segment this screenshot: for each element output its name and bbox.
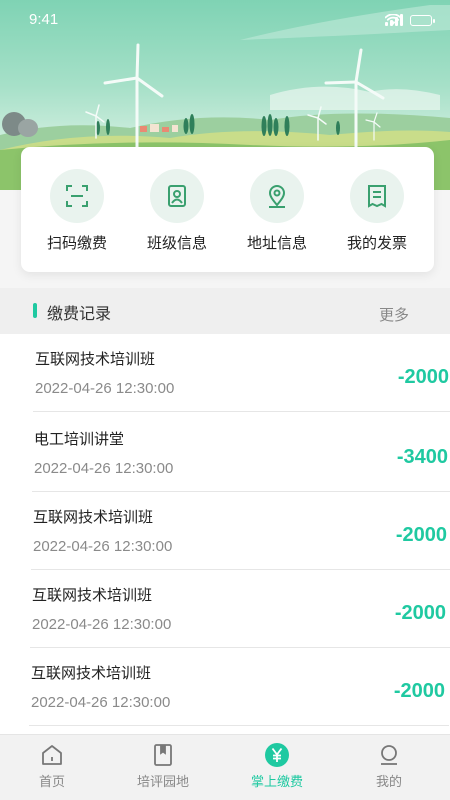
record-amount: -2000 xyxy=(395,524,447,546)
location-pin-icon xyxy=(268,185,286,208)
quick-actions-card: 扫码缴费 班级信息 地址信息 我的发票 xyxy=(21,147,434,272)
record-time: 2022-04-26 12:30:00 xyxy=(35,380,175,397)
yuan-icon xyxy=(265,743,289,767)
record-amount: -2000 xyxy=(397,366,449,388)
record-amount: -2000 xyxy=(394,602,446,624)
section-accent-bar xyxy=(33,303,37,318)
status-bar: 9:41 xyxy=(0,0,450,40)
class-card-icon xyxy=(168,185,186,207)
record-name: 电工培训讲堂 xyxy=(34,430,125,448)
tab-mobile-payment[interactable]: 掌上缴费 xyxy=(227,742,327,790)
tab-label: 培评园地 xyxy=(136,775,189,790)
record-time: 2022-04-26 12:30:00 xyxy=(32,616,172,633)
quick-action-label: 扫码缴费 xyxy=(46,234,107,252)
record-name: 互联网技术培训班 xyxy=(31,664,152,682)
quick-action-label: 班级信息 xyxy=(146,234,207,252)
scan-icon xyxy=(66,185,88,207)
bottom-tab-bar: 首页 培评园地 掌上缴费 我的 xyxy=(0,734,450,800)
tab-label: 我的 xyxy=(375,775,402,790)
tab-home[interactable]: 首页 xyxy=(2,742,102,790)
record-time: 2022-04-26 12:30:00 xyxy=(33,538,173,555)
records-title: 缴费记录 xyxy=(47,304,112,323)
record-time: 2022-04-26 12:30:00 xyxy=(31,694,171,711)
payment-record-list: 互联网技术培训班 2022-04-26 12:30:00 -2000 电工培训讲… xyxy=(0,334,450,734)
status-time: 9:41 xyxy=(29,11,59,28)
record-time: 2022-04-26 12:30:00 xyxy=(34,460,174,477)
quick-action-scan-pay[interactable]: 扫码缴费 xyxy=(32,169,122,253)
user-icon xyxy=(381,745,397,765)
quick-action-my-invoice[interactable]: 我的发票 xyxy=(332,169,422,253)
quick-action-address-info[interactable]: 地址信息 xyxy=(232,169,322,253)
tab-my[interactable]: 我的 xyxy=(339,742,439,790)
tab-label: 首页 xyxy=(38,775,65,790)
battery-icon xyxy=(410,15,435,26)
record-item[interactable]: 互联网技术培训班 2022-04-26 12:30:00 -2000 xyxy=(30,570,450,648)
tab-training-garden[interactable]: 培评园地 xyxy=(113,742,213,790)
record-name: 互联网技术培训班 xyxy=(32,586,153,604)
record-item[interactable]: 互联网技术培训班 2022-04-26 12:30:00 -2000 xyxy=(33,334,450,412)
home-icon xyxy=(42,745,62,765)
records-more-link[interactable]: 更多 xyxy=(379,304,409,325)
record-item[interactable]: 互联网技术培训班 2022-04-26 12:30:00 -2000 xyxy=(31,492,450,570)
record-name: 互联网技术培训班 xyxy=(35,350,156,368)
quick-action-class-info[interactable]: 班级信息 xyxy=(132,169,222,253)
quick-action-label: 地址信息 xyxy=(246,234,307,252)
quick-action-label: 我的发票 xyxy=(346,234,407,252)
invoice-icon xyxy=(368,185,386,208)
record-amount: -2000 xyxy=(393,680,445,702)
status-icons xyxy=(385,14,435,26)
record-amount: -3400 xyxy=(396,446,448,468)
record-name: 互联网技术培训班 xyxy=(33,508,154,526)
record-item[interactable]: 互联网技术培训班 2022-04-26 12:30:00 -2000 xyxy=(29,648,449,726)
tab-label: 掌上缴费 xyxy=(250,775,303,790)
records-section-header: 缴费记录 更多 xyxy=(0,288,450,334)
record-item[interactable]: 电工培训讲堂 2022-04-26 12:30:00 -3400 xyxy=(32,414,450,492)
book-icon xyxy=(154,744,172,766)
wifi-icon xyxy=(385,14,401,25)
